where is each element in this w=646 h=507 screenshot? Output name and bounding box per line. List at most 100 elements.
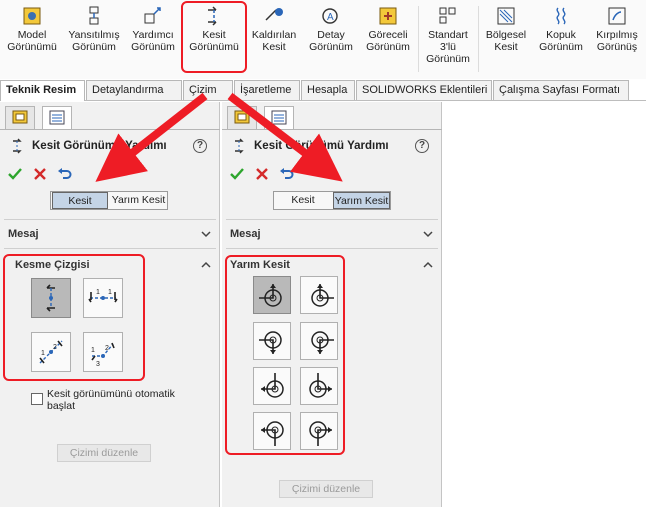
half-section-option-6[interactable]: [300, 367, 338, 405]
section-divider: [4, 248, 216, 249]
section-divider: [226, 219, 438, 220]
undo-icon[interactable]: [56, 166, 72, 182]
message-section-label[interactable]: Mesaj: [230, 228, 261, 240]
broken-out-section-button[interactable]: Bölgesel Kesit: [480, 4, 532, 74]
vertical-cut-icon: [46, 284, 55, 312]
svg-text:1: 1: [108, 289, 112, 296]
full-section-button[interactable]: Kesit: [275, 192, 331, 209]
tab-calisma-sayfasi-formati[interactable]: Çalışma Sayfası Formatı: [493, 80, 629, 100]
half-section-up-right-icon: [261, 373, 284, 398]
property-manager-tab[interactable]: [264, 106, 294, 130]
cancel-x-icon[interactable]: [254, 166, 270, 182]
tab-teknik-resim[interactable]: Teknik Resim: [0, 80, 85, 101]
auto-start-checkbox[interactable]: [31, 393, 43, 405]
tab-divider: [0, 129, 220, 130]
tab-divider: [222, 129, 442, 130]
cancel-x-icon[interactable]: [32, 166, 48, 182]
cutting-line-highlight: [3, 254, 145, 381]
half-section-right-down-icon: [259, 331, 282, 354]
standard-3-view-button[interactable]: Standart 3'lü Görünüm: [420, 4, 476, 74]
property-manager-right: Kesit Görünümü Yardımı ? Kesit Yarım Kes…: [222, 102, 442, 507]
crop-view-button[interactable]: Kırpılmış Görünüş: [590, 4, 644, 74]
section-view-highlight: [181, 1, 247, 73]
cutting-line-section-label[interactable]: Kesme Çizgisi: [15, 259, 90, 271]
svg-text:2: 2: [53, 344, 57, 351]
standard-3-view-icon: [439, 7, 456, 24]
half-section-down-left-icon: [309, 421, 332, 446]
horizontal-cut-icon: 11: [88, 289, 118, 303]
svg-text:1: 1: [41, 350, 45, 357]
auxiliary-view-button[interactable]: Yardımcı Görünüm: [124, 4, 182, 74]
chevron-down-icon[interactable]: [423, 229, 433, 239]
half-section-up-left-icon: [309, 373, 332, 398]
half-section-left-down-icon: [311, 331, 334, 354]
detail-view-icon: A: [322, 8, 338, 24]
tab-isaretleme[interactable]: İşaretleme: [234, 80, 300, 100]
tab-cizim[interactable]: Çizim: [183, 80, 233, 100]
command-tabs: Teknik Resim Detaylandırma Çizim İşaretl…: [0, 79, 646, 101]
removed-section-icon: [265, 8, 283, 21]
vertical-cut-button[interactable]: [31, 278, 71, 318]
undo-icon[interactable]: [278, 166, 294, 182]
removed-section-button[interactable]: Kaldırılan Kesit: [246, 4, 302, 74]
chevron-down-icon[interactable]: [201, 229, 211, 239]
svg-text:1: 1: [96, 289, 100, 296]
ok-check-icon[interactable]: [7, 166, 23, 182]
broken-out-section-icon: [497, 7, 515, 25]
feature-tree-icon: [234, 110, 250, 124]
section-type-toggle: Kesit Yarım Kesit: [50, 191, 168, 210]
help-icon[interactable]: ?: [193, 139, 207, 153]
property-list-icon: [49, 110, 65, 125]
chevron-up-icon[interactable]: [423, 260, 433, 270]
auxiliary-cut-button[interactable]: 21: [31, 332, 71, 372]
horizontal-cut-button[interactable]: 11: [83, 278, 123, 318]
half-section-option-7[interactable]: [253, 412, 291, 450]
projected-view-icon: [89, 6, 99, 25]
half-section-option-1[interactable]: [253, 276, 291, 314]
property-manager-left: Kesit Görünümü Yardımı ? Kesit Yarım Kes…: [0, 102, 220, 507]
chevron-up-icon[interactable]: [201, 260, 211, 270]
half-section-option-2[interactable]: [300, 276, 338, 314]
section-divider: [226, 248, 438, 249]
full-section-button[interactable]: Kesit: [52, 192, 108, 209]
tab-detaylandirma[interactable]: Detaylandırma: [86, 80, 182, 100]
tab-solidworks-eklentileri[interactable]: SOLIDWORKS Eklentileri: [356, 80, 492, 100]
ribbon-separator: [478, 6, 479, 72]
feature-manager-tab[interactable]: [227, 106, 257, 130]
model-view-button[interactable]: Model Görünümü: [2, 4, 62, 74]
crop-view-icon: [608, 7, 626, 25]
half-section-option-3[interactable]: [253, 322, 291, 360]
section-view-icon: [235, 138, 244, 154]
detail-view-button[interactable]: A Detay Görünüm: [304, 4, 358, 74]
property-manager-tab[interactable]: [42, 106, 72, 130]
half-section-option-5[interactable]: [253, 367, 291, 405]
auto-start-label: Kesit görünümünü otomatik başlat: [47, 388, 175, 412]
svg-text:1: 1: [91, 347, 95, 354]
feature-manager-tab[interactable]: [5, 106, 35, 130]
half-section-option-8[interactable]: [300, 412, 338, 450]
aligned-cut-button[interactable]: 1 2 3: [83, 332, 123, 372]
half-section-button[interactable]: Yarım Kesit: [333, 192, 390, 209]
help-icon[interactable]: ?: [415, 139, 429, 153]
half-section-button[interactable]: Yarım Kesit: [110, 192, 167, 209]
half-section-label[interactable]: Yarım Kesit: [230, 259, 290, 271]
svg-text:2: 2: [105, 345, 109, 352]
tab-hesapla[interactable]: Hesapla: [301, 80, 355, 100]
ribbon-separator: [418, 6, 419, 72]
relative-view-button[interactable]: Göreceli Görünüm: [360, 4, 416, 74]
projected-view-button[interactable]: Yansıtılmış Görünüm: [64, 4, 124, 74]
auxiliary-view-icon: [144, 7, 161, 24]
half-section-right-up-icon: [259, 284, 282, 307]
message-section-label[interactable]: Mesaj: [8, 228, 39, 240]
panel-title: Kesit Görünümü Yardımı: [254, 140, 389, 152]
half-section-option-4[interactable]: [300, 322, 338, 360]
aligned-cut-icon: 1 2 3: [91, 342, 115, 368]
edit-drawing-button[interactable]: Çizimi düzenle: [57, 444, 151, 462]
svg-text:A: A: [327, 12, 334, 23]
edit-drawing-button[interactable]: Çizimi düzenle: [279, 480, 373, 498]
panel-title: Kesit Görünümü Yardımı: [32, 140, 167, 152]
ok-check-icon[interactable]: [229, 166, 245, 182]
break-view-button[interactable]: Kopuk Görünüm: [534, 4, 588, 74]
break-view-icon: [556, 7, 566, 25]
svg-text:3: 3: [96, 361, 100, 368]
